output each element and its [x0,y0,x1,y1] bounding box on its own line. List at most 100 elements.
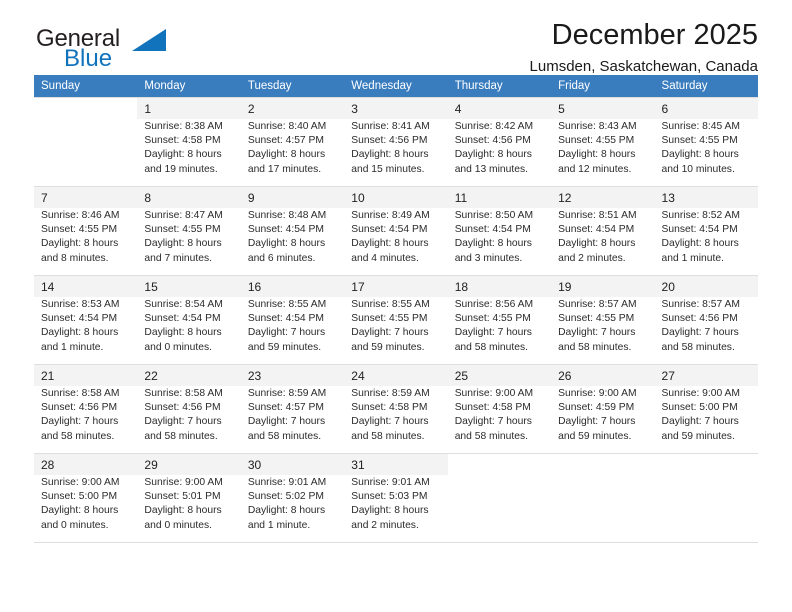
sunset-text: Sunset: 4:55 PM [558,135,635,147]
day-cell[interactable]: 15 Sunrise: 8:54 AM Sunset: 4:54 PM Dayl… [137,275,241,365]
daylight-text-line1: Daylight: 7 hours [247,416,326,428]
day-number: 4 [447,98,552,119]
daylight-text-line1: Daylight: 8 hours [247,505,326,517]
day-cell[interactable]: 10 Sunrise: 8:49 AM Sunset: 4:54 PM Dayl… [344,186,448,276]
day-cell[interactable]: 17 Sunrise: 8:55 AM Sunset: 4:55 PM Dayl… [344,275,448,365]
day-number: 20 [654,276,758,297]
sunrise-text: Sunrise: 8:58 AM [41,388,120,399]
daylight-text-line1: Daylight: 8 hours [558,238,636,250]
day-cell[interactable]: 23 Sunrise: 8:59 AM Sunset: 4:57 PM Dayl… [240,364,345,454]
day-number: 28 [34,454,138,475]
day-cell[interactable]: 20 Sunrise: 8:57 AM Sunset: 4:56 PM Dayl… [654,275,758,365]
day-cell[interactable]: 8 Sunrise: 8:47 AM Sunset: 4:55 PM Dayli… [137,186,241,276]
daylight-text-line1: Daylight: 7 hours [454,416,532,428]
day-cell[interactable]: 11 Sunrise: 8:50 AM Sunset: 4:54 PM Dayl… [447,186,552,276]
daylight-text-line1: Daylight: 7 hours [558,327,636,339]
daylight-text-line2: and 7 minutes. [144,252,212,264]
sunrise-text: Sunrise: 9:01 AM [351,477,430,488]
page-subtitle: Lumsden, Saskatchewan, Canada [529,58,758,75]
sunrise-text: Sunrise: 9:00 AM [144,477,223,488]
day-number: 31 [344,454,448,475]
day-info: Sunrise: 8:52 AM Sunset: 4:54 PM Dayligh… [655,208,758,266]
daylight-text-line2: and 12 minutes. [558,163,632,175]
sunset-text: Sunset: 4:54 PM [247,224,324,236]
day-number: 12 [551,187,655,208]
day-cell[interactable]: 18 Sunrise: 8:56 AM Sunset: 4:55 PM Dayl… [447,275,552,365]
sunset-text: Sunset: 4:56 PM [351,135,428,147]
calendar-header-row: Sunday Monday Tuesday Wednesday Thursday… [34,75,758,98]
sunset-text: Sunset: 4:54 PM [558,224,635,236]
day-cell[interactable]: 19 Sunrise: 8:57 AM Sunset: 4:55 PM Dayl… [551,275,655,365]
daylight-text-line2: and 58 minutes. [454,430,528,442]
daylight-text-line2: and 59 minutes. [661,430,735,442]
day-info: Sunrise: 8:45 AM Sunset: 4:55 PM Dayligh… [655,119,758,177]
sunrise-text: Sunrise: 8:57 AM [661,299,740,310]
day-cell[interactable]: 31 Sunrise: 9:01 AM Sunset: 5:03 PM Dayl… [344,453,448,543]
day-cell[interactable]: 30 Sunrise: 9:01 AM Sunset: 5:02 PM Dayl… [240,453,345,543]
day-cell[interactable]: 1 Sunrise: 8:38 AM Sunset: 4:58 PM Dayli… [137,97,241,187]
daylight-text-line2: and 58 minutes. [661,341,735,353]
weekday-header-sunday: Sunday [34,75,138,98]
day-cell[interactable]: 24 Sunrise: 8:59 AM Sunset: 4:58 PM Dayl… [344,364,448,454]
day-cell[interactable]: 5 Sunrise: 8:43 AM Sunset: 4:55 PM Dayli… [551,97,655,187]
day-cell[interactable]: 6 Sunrise: 8:45 AM Sunset: 4:55 PM Dayli… [654,97,758,187]
sunset-text: Sunset: 4:55 PM [558,313,635,325]
sunrise-text: Sunrise: 8:47 AM [144,210,223,221]
day-number: 13 [654,187,758,208]
day-cell[interactable]: 13 Sunrise: 8:52 AM Sunset: 4:54 PM Dayl… [654,186,758,276]
daylight-text-line1: Daylight: 8 hours [661,149,739,161]
sunset-text: Sunset: 4:54 PM [351,224,428,236]
sunrise-text: Sunrise: 9:00 AM [661,388,740,399]
weekday-header-tuesday: Tuesday [240,75,345,98]
weekday-header-thursday: Thursday [447,75,552,98]
daylight-text-line1: Daylight: 7 hours [41,416,119,428]
daylight-text-line1: Daylight: 8 hours [247,238,326,250]
daylight-text-line2: and 58 minutes. [351,430,425,442]
calendar-table: Sunday Monday Tuesday Wednesday Thursday… [34,75,758,543]
day-cell[interactable]: 7 Sunrise: 8:46 AM Sunset: 4:55 PM Dayli… [34,186,138,276]
day-cell[interactable]: 14 Sunrise: 8:53 AM Sunset: 4:54 PM Dayl… [34,275,138,365]
sunrise-text: Sunrise: 8:52 AM [661,210,740,221]
day-number: 10 [344,187,448,208]
daylight-text-line1: Daylight: 8 hours [144,327,222,339]
sunrise-text: Sunrise: 9:00 AM [454,388,534,399]
day-info: Sunrise: 9:01 AM Sunset: 5:02 PM Dayligh… [241,475,344,533]
daylight-text-line1: Daylight: 8 hours [351,238,429,250]
day-cell[interactable]: 4 Sunrise: 8:42 AM Sunset: 4:56 PM Dayli… [447,97,552,187]
sunrise-text: Sunrise: 9:01 AM [247,477,327,488]
sunrise-text: Sunrise: 8:50 AM [454,210,534,221]
day-number: 21 [34,365,138,386]
sunrise-text: Sunrise: 8:41 AM [351,121,430,132]
day-cell[interactable]: 16 Sunrise: 8:55 AM Sunset: 4:54 PM Dayl… [240,275,345,365]
day-cell[interactable]: 21 Sunrise: 8:58 AM Sunset: 4:56 PM Dayl… [34,364,138,454]
daylight-text-line1: Daylight: 8 hours [41,505,119,517]
sunset-text: Sunset: 4:55 PM [144,224,221,236]
day-info: Sunrise: 9:00 AM Sunset: 4:59 PM Dayligh… [551,386,654,444]
day-cell[interactable]: 29 Sunrise: 9:00 AM Sunset: 5:01 PM Dayl… [137,453,241,543]
day-info: Sunrise: 8:59 AM Sunset: 4:57 PM Dayligh… [241,386,344,444]
day-info: Sunrise: 8:56 AM Sunset: 4:55 PM Dayligh… [448,297,551,355]
calendar-week-row: 14 Sunrise: 8:53 AM Sunset: 4:54 PM Dayl… [34,275,758,365]
day-number: 16 [240,276,345,297]
day-cell[interactable]: 9 Sunrise: 8:48 AM Sunset: 4:54 PM Dayli… [240,186,345,276]
day-cell[interactable]: 27 Sunrise: 9:00 AM Sunset: 5:00 PM Dayl… [654,364,758,454]
day-cell[interactable]: 12 Sunrise: 8:51 AM Sunset: 4:54 PM Dayl… [551,186,655,276]
sunset-text: Sunset: 4:57 PM [247,135,324,147]
day-cell[interactable]: 28 Sunrise: 9:00 AM Sunset: 5:00 PM Dayl… [34,453,138,543]
day-info: Sunrise: 8:51 AM Sunset: 4:54 PM Dayligh… [551,208,654,266]
daylight-text-line2: and 4 minutes. [351,252,419,264]
sunset-text: Sunset: 4:56 PM [41,402,118,414]
calendar-week-row: 21 Sunrise: 8:58 AM Sunset: 4:56 PM Dayl… [34,364,758,454]
sunrise-text: Sunrise: 8:58 AM [144,388,223,399]
day-cell[interactable]: 22 Sunrise: 8:58 AM Sunset: 4:56 PM Dayl… [137,364,241,454]
day-cell[interactable]: 25 Sunrise: 9:00 AM Sunset: 4:58 PM Dayl… [447,364,552,454]
general-blue-logo[interactable]: General Blue [36,26,216,71]
day-cell[interactable]: 2 Sunrise: 8:40 AM Sunset: 4:57 PM Dayli… [240,97,345,187]
day-cell[interactable]: 26 Sunrise: 9:00 AM Sunset: 4:59 PM Dayl… [551,364,655,454]
day-cell-empty [34,97,138,187]
sunrise-text: Sunrise: 8:38 AM [144,121,223,132]
daylight-text-line1: Daylight: 8 hours [351,505,429,517]
day-info: Sunrise: 8:49 AM Sunset: 4:54 PM Dayligh… [344,208,447,266]
day-cell[interactable]: 3 Sunrise: 8:41 AM Sunset: 4:56 PM Dayli… [344,97,448,187]
weekday-header-monday: Monday [137,75,241,98]
